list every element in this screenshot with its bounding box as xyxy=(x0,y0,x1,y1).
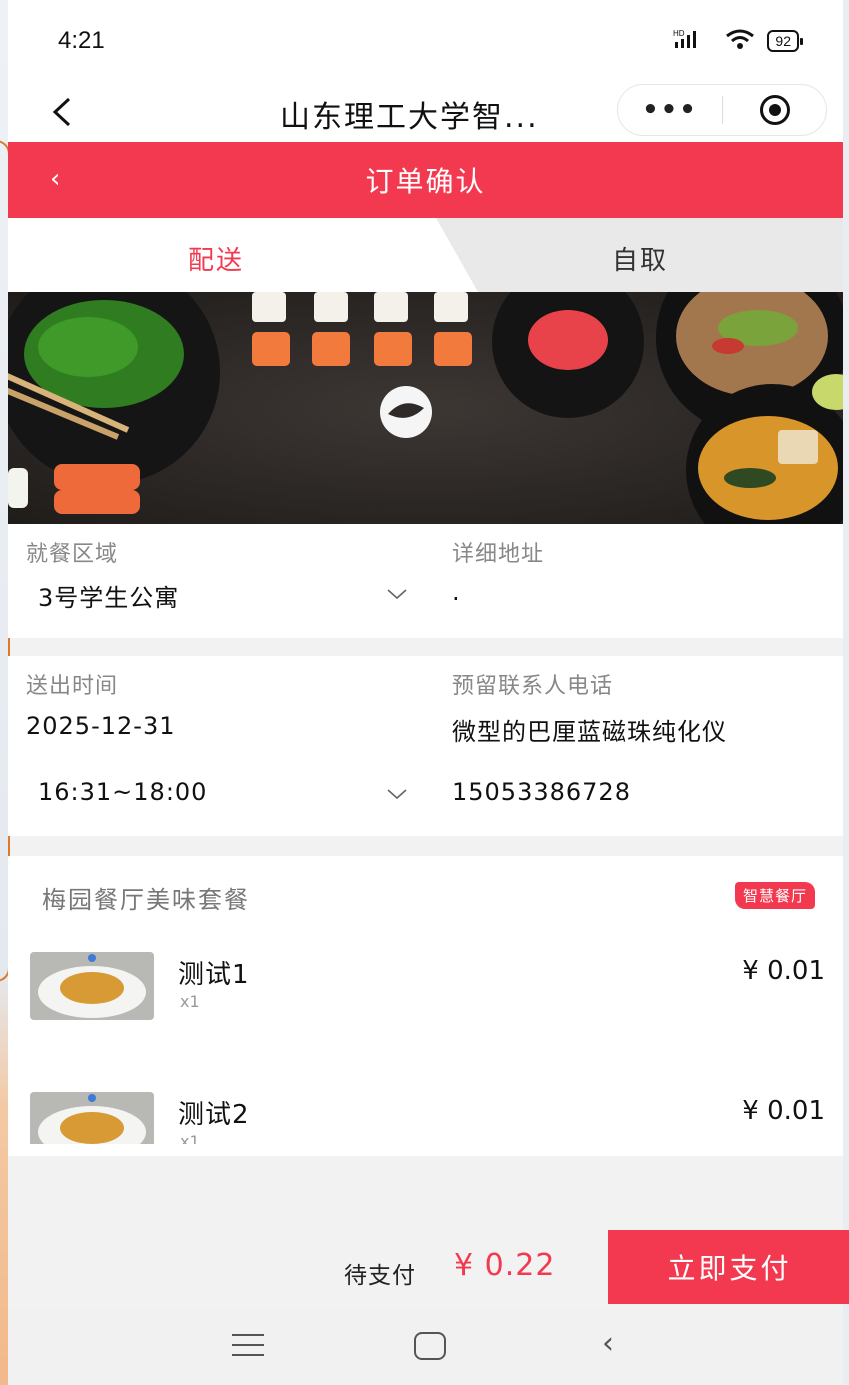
item-quantity: x1 xyxy=(180,992,200,1011)
system-nav-bar: ‹ xyxy=(8,1308,843,1385)
order-section: 梅园餐厅美味套餐 智慧餐厅 测试1 x1 ¥ 0.01 测试2 x1 ¥ 0.0… xyxy=(8,856,843,1156)
right-edge-decoration xyxy=(843,0,849,1385)
item-quantity: x1 xyxy=(180,1132,200,1144)
nav-back-icon[interactable] xyxy=(42,92,82,132)
miniprogram-capsule: ••• xyxy=(617,84,827,136)
miniprogram-nav-bar: 山东理工大学智... ••• xyxy=(8,82,843,142)
restaurant-banner-image xyxy=(8,292,843,524)
item-thumbnail xyxy=(30,952,154,1020)
svg-text:HD: HD xyxy=(673,29,685,38)
chevron-down-icon[interactable] xyxy=(386,584,408,605)
header-back-icon[interactable]: ‹ xyxy=(50,164,60,194)
item-name: 测试1 xyxy=(178,960,250,990)
menu-icon[interactable] xyxy=(232,1334,264,1358)
pay-now-button[interactable]: 立即支付 xyxy=(608,1230,849,1304)
shop-name: 梅园餐厅美味套餐 xyxy=(42,886,250,914)
delivery-mode-tabs: 配送 自取 xyxy=(8,218,843,292)
detail-address-label: 详细地址 xyxy=(452,542,545,567)
home-icon[interactable] xyxy=(414,1332,446,1360)
item-name: 测试2 xyxy=(178,1100,250,1130)
wifi-icon xyxy=(725,28,755,55)
time-contact-section: 送出时间 2025-12-31 16:31~18:00 预留联系人电话 微型的巴… xyxy=(8,656,843,836)
status-icons: HD 92 xyxy=(673,28,803,55)
shop-badge: 智慧餐厅 xyxy=(734,882,815,909)
dining-area-select[interactable]: 3号学生公寓 xyxy=(38,578,179,613)
nav-title: 山东理工大学智... xyxy=(280,100,539,135)
tab-delivery-label[interactable]: 配送 xyxy=(188,240,244,277)
order-item: 测试1 x1 ¥ 0.01 xyxy=(30,952,825,1032)
contact-phone-label: 预留联系人电话 xyxy=(452,674,614,699)
signal-icon: HD xyxy=(673,28,713,55)
detail-address-input[interactable]: . xyxy=(452,578,461,606)
status-bar: 4:21 HD 92 xyxy=(8,0,843,82)
battery-icon: 92 xyxy=(767,30,803,52)
item-thumbnail xyxy=(30,1092,154,1144)
dining-area-label: 就餐区域 xyxy=(26,542,119,567)
contact-phone-input[interactable]: 15053386728 xyxy=(452,778,631,806)
payment-bar: 待支付 ¥ 0.22 立即支付 xyxy=(8,1230,849,1308)
page-header: ‹ 订单确认 xyxy=(8,142,843,218)
close-miniprogram-icon[interactable] xyxy=(723,95,826,125)
status-time: 4:21 xyxy=(58,27,105,54)
item-price: ¥ 0.01 xyxy=(742,1096,825,1126)
page-title: 订单确认 xyxy=(365,165,486,198)
more-icon[interactable]: ••• xyxy=(618,95,722,125)
address-section: 就餐区域 3号学生公寓 详细地址 . xyxy=(8,524,843,638)
pay-amount: ¥ 0.22 xyxy=(454,1248,556,1283)
send-time-label: 送出时间 xyxy=(26,674,119,699)
pay-label: 待支付 xyxy=(344,1263,416,1289)
system-back-icon[interactable]: ‹ xyxy=(602,1326,614,1361)
chevron-down-icon[interactable] xyxy=(386,784,408,805)
time-slot-select[interactable]: 16:31~18:00 xyxy=(38,778,207,806)
item-price: ¥ 0.01 xyxy=(742,956,825,986)
contact-name-input[interactable]: 微型的巴厘蓝磁珠纯化仪 xyxy=(452,712,727,747)
order-item: 测试2 x1 ¥ 0.01 xyxy=(30,1092,825,1144)
tab-pickup[interactable]: 自取 xyxy=(612,240,668,277)
delivery-date: 2025-12-31 xyxy=(26,712,176,740)
